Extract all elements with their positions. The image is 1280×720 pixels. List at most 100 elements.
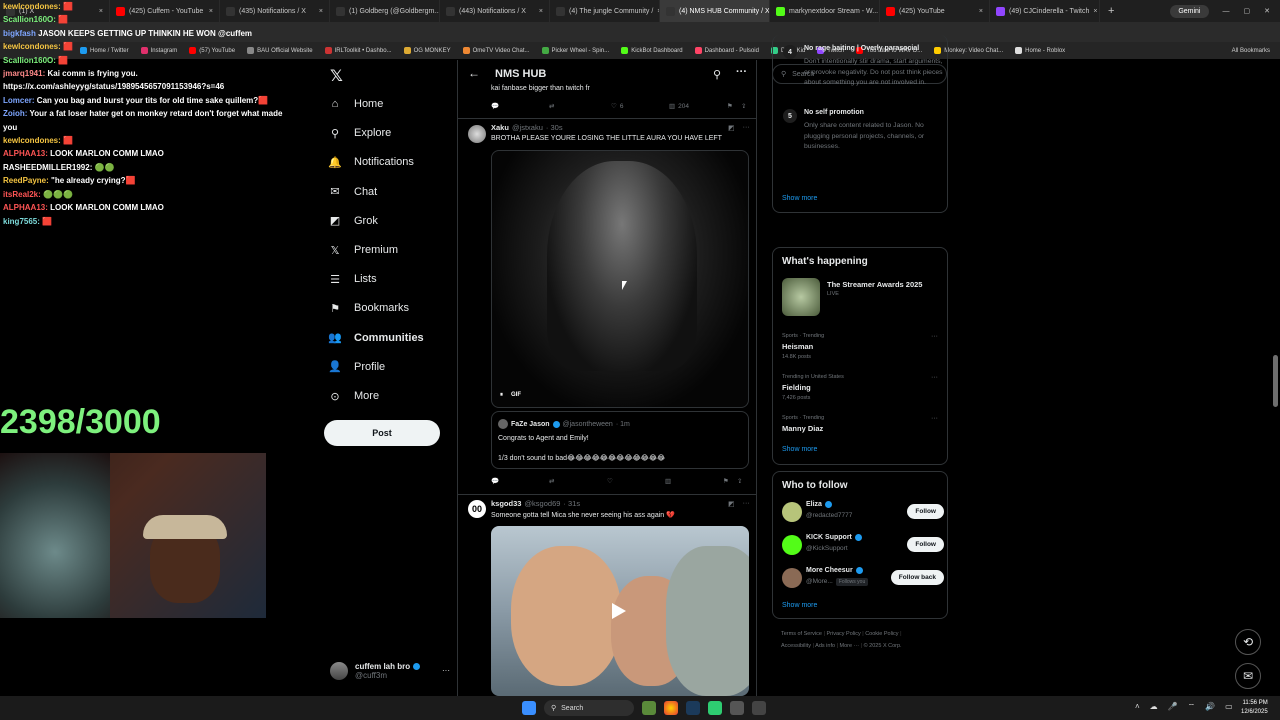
tweet-author[interactable]: ksgod33 bbox=[491, 499, 521, 508]
follow-suggestion[interactable]: KICK Support @KickSupport Follow bbox=[782, 533, 944, 557]
more-dots-icon[interactable]: ··· bbox=[736, 66, 747, 78]
widgets-icon[interactable] bbox=[642, 701, 656, 715]
footer-link[interactable]: Ads info bbox=[815, 643, 835, 649]
footer-link[interactable]: Privacy Policy bbox=[826, 631, 860, 637]
more-dots-icon[interactable]: ··· bbox=[931, 333, 938, 340]
follow-button[interactable]: Follow bbox=[907, 504, 944, 519]
all-bookmarks[interactable]: All Bookmarks bbox=[1232, 48, 1280, 54]
page-scrollbar[interactable] bbox=[1273, 355, 1278, 407]
steam-icon[interactable] bbox=[686, 701, 700, 715]
footer-link[interactable]: Cookie Policy bbox=[865, 631, 898, 637]
nav-item-profile[interactable]: 👤 Profile bbox=[328, 360, 385, 374]
tweet-video[interactable] bbox=[491, 526, 749, 696]
post-button[interactable]: Post bbox=[324, 420, 440, 446]
reply-icon[interactable]: 💬 bbox=[491, 102, 549, 110]
more-dots-icon[interactable]: ··· bbox=[743, 500, 750, 508]
bookmark-item[interactable]: Home - Roblox bbox=[1015, 47, 1065, 54]
tweet-handle[interactable]: @jstxaku bbox=[512, 123, 543, 132]
messages-fab-icon[interactable]: ✉ bbox=[1235, 663, 1261, 689]
show-more-link[interactable]: Show more bbox=[782, 602, 817, 609]
nav-item-home[interactable]: ⌂ Home bbox=[328, 97, 384, 111]
nav-item-lists[interactable]: ☰ Lists bbox=[328, 272, 377, 286]
more-dots-icon[interactable]: ··· bbox=[442, 666, 450, 675]
close-icon[interactable]: ✕ bbox=[1264, 7, 1270, 15]
wifi-icon[interactable]: ⌔ bbox=[1188, 702, 1196, 712]
browser-tab[interactable]: (4) The jungle Community /× bbox=[550, 0, 660, 22]
follow-suggestion[interactable]: Eliza @redacted7777 Follow bbox=[782, 500, 944, 524]
x-logo-icon[interactable]: 𝕏 bbox=[330, 66, 343, 86]
tweet-time[interactable]: · 30s bbox=[546, 123, 563, 132]
mic-icon[interactable]: 🎤 bbox=[1168, 702, 1178, 712]
minimize-icon[interactable]: — bbox=[1223, 8, 1230, 15]
bookmark-icon[interactable]: ⚑ bbox=[727, 102, 741, 110]
tweet-author[interactable]: Xaku bbox=[491, 123, 509, 132]
bookmark-item[interactable]: OG MONKEY bbox=[403, 47, 451, 54]
pause-icon[interactable]: ⏸ bbox=[500, 392, 503, 399]
like-button[interactable]: ♡ 6 bbox=[611, 102, 669, 111]
close-icon[interactable]: × bbox=[319, 8, 323, 15]
nav-item-bookmarks[interactable]: ⚑ Bookmarks bbox=[328, 301, 409, 315]
browser-tab[interactable]: (4) NMS HUB Community / X× bbox=[660, 0, 770, 22]
close-icon[interactable]: × bbox=[979, 8, 983, 15]
like-icon[interactable]: ♡ bbox=[607, 477, 665, 485]
quoted-tweet[interactable]: FaZe Jason @jasontheween · 1m Congrats t… bbox=[491, 411, 749, 469]
nav-item-premium[interactable]: 𝕏 Premium bbox=[328, 243, 398, 257]
nav-item-communities[interactable]: 👥 Communities bbox=[328, 331, 424, 345]
trend-name[interactable]: Heisman bbox=[782, 342, 813, 351]
tweet-handle[interactable]: @ksgod69 bbox=[524, 499, 560, 508]
taskbar-clock[interactable]: 11:56 PM 12/6/2025 bbox=[1241, 699, 1268, 717]
cloud-icon[interactable]: ☁ bbox=[1150, 702, 1158, 712]
repost-icon[interactable]: ⇄ bbox=[549, 477, 607, 485]
show-more-link[interactable]: Show more bbox=[782, 195, 817, 202]
nav-item-notifications[interactable]: 🔔 Notifications bbox=[328, 155, 414, 169]
windows-start-icon[interactable] bbox=[522, 701, 536, 715]
browser-tab[interactable]: markynextdoor Stream - W...× bbox=[770, 0, 880, 22]
show-more-link[interactable]: Show more bbox=[782, 446, 817, 453]
follow-suggestion[interactable]: More Cheesur @More... Follows you Follow ba… bbox=[782, 566, 944, 590]
bookmark-item[interactable]: Dashboard - Pulsoid bbox=[694, 47, 759, 54]
battery-icon[interactable]: ▭ bbox=[1225, 702, 1233, 712]
nav-item-chat[interactable]: ✉ Chat bbox=[328, 185, 377, 199]
browser-tab[interactable]: (1) Goldberg (@Goldbergm...× bbox=[330, 0, 440, 22]
more-dots-icon[interactable]: ··· bbox=[931, 415, 938, 422]
follow-button[interactable]: Follow back bbox=[890, 570, 944, 585]
account-switcher[interactable]: cuffem lah bro @cuff3m ··· bbox=[330, 662, 450, 680]
avatar[interactable]: 00 bbox=[468, 500, 486, 518]
reply-icon[interactable]: 💬 bbox=[491, 477, 549, 485]
avatar[interactable] bbox=[468, 125, 486, 143]
tweet-time[interactable]: · 31s bbox=[563, 499, 580, 508]
gemini-button[interactable]: Gemini bbox=[1170, 4, 1209, 18]
close-icon[interactable]: × bbox=[1093, 8, 1097, 15]
views-button[interactable]: ▥ 204 bbox=[669, 102, 727, 111]
nav-item-grok[interactable]: ◩ Grok bbox=[328, 214, 378, 228]
volume-icon[interactable]: 🔊 bbox=[1205, 702, 1215, 712]
back-arrow-icon[interactable]: ← bbox=[468, 66, 480, 80]
app-icon[interactable] bbox=[708, 701, 722, 715]
event-title[interactable]: The Streamer Awards 2025 bbox=[827, 280, 922, 289]
tweet-gif[interactable]: ⏸ GIF bbox=[491, 150, 749, 408]
footer-link[interactable]: Accessibility bbox=[781, 643, 811, 649]
bookmark-item[interactable]: IRLToolkit • Dashbo... bbox=[324, 47, 392, 54]
chrome-icon[interactable] bbox=[664, 701, 678, 715]
taskbar-search[interactable]: ⚲ Search bbox=[544, 700, 634, 716]
more-dots-icon[interactable]: ··· bbox=[743, 124, 750, 132]
views-icon[interactable]: ▥ bbox=[665, 477, 723, 485]
grok-fab-icon[interactable]: ⟲ bbox=[1235, 629, 1261, 655]
play-icon[interactable] bbox=[612, 603, 626, 619]
bookmark-icon[interactable]: ⚑ bbox=[723, 477, 737, 485]
footer-link[interactable]: Terms of Service bbox=[781, 631, 822, 637]
browser-tab[interactable]: (425) YouTube × bbox=[880, 0, 990, 22]
more-dots-icon[interactable]: ··· bbox=[931, 374, 938, 381]
share-icon[interactable]: ⇪ bbox=[741, 102, 746, 110]
search-icon[interactable]: ⚲ bbox=[713, 68, 721, 81]
trend-name[interactable]: Fielding bbox=[782, 383, 811, 392]
close-icon[interactable]: × bbox=[539, 8, 543, 15]
browser-tab[interactable]: (443) Notifications / X × bbox=[440, 0, 550, 22]
footer-link[interactable]: © 2025 X Corp. bbox=[864, 643, 902, 649]
nav-item-more[interactable]: ⊙ More bbox=[328, 389, 379, 403]
bookmark-item[interactable]: Picker Wheel - Spin... bbox=[541, 47, 609, 54]
bookmark-item[interactable]: KickBot Dashboard bbox=[621, 47, 683, 54]
follow-button[interactable]: Follow bbox=[907, 537, 944, 552]
new-tab-button[interactable]: + bbox=[1100, 5, 1122, 17]
bookmark-item[interactable]: OmeTV Video Chat... bbox=[462, 47, 530, 54]
